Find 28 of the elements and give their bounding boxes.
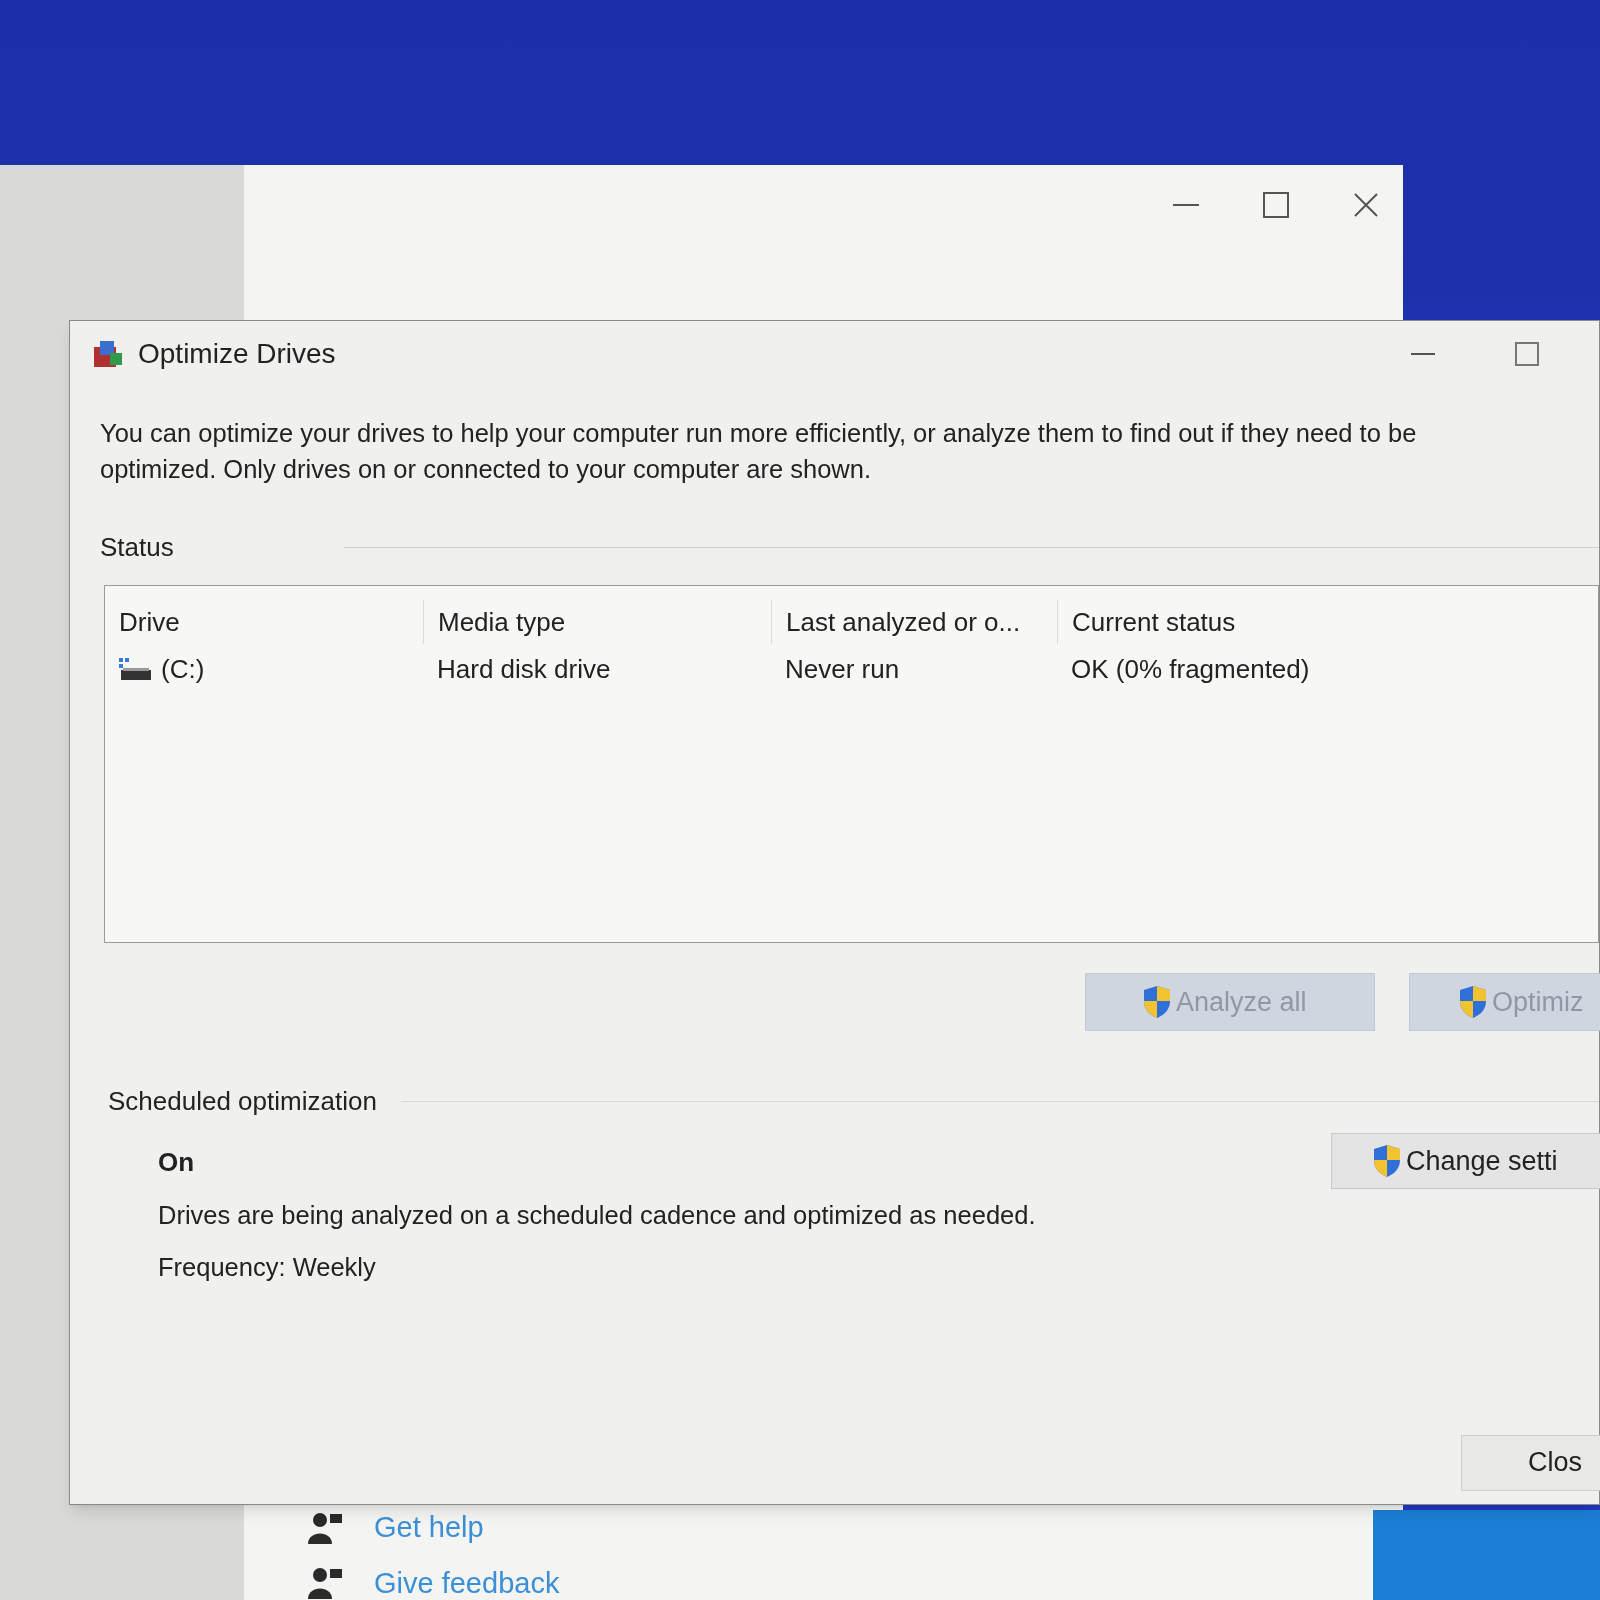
shield-icon [1458,985,1488,1019]
description-text: You can optimize your drives to help your computer run more efficiently, or analyze them to find out if they need to be optimized. Only drives on or connected to your computer are shown. [100,418,1418,485]
column-header[interactable]: Last analyzed or o... [786,602,1021,642]
close-icon[interactable] [1353,192,1379,218]
minimize-icon[interactable] [1411,352,1435,356]
column-header[interactable]: Media type [438,602,566,642]
column-header[interactable]: Drive [119,602,180,642]
column-header[interactable]: Current status [1072,602,1236,642]
shield-icon [1372,1144,1402,1178]
person-icon [308,1511,342,1544]
drive-icon [119,656,153,682]
minimize-icon[interactable] [1173,203,1199,207]
schedule-state: On [158,1146,196,1179]
change-settings-button[interactable]: Change setti [1331,1133,1600,1189]
maximize-icon[interactable] [1263,192,1289,218]
close-button[interactable]: Clos [1461,1434,1600,1491]
table-cell-text: Hard disk drive [437,652,611,686]
table-cell-text: OK (0% fragmented) [1071,652,1310,686]
table-cell-text: Never run [785,652,900,686]
schedule-description: Drives are being analyzed on a scheduled cadence and optimized as needed. [158,1200,1036,1231]
window-title: Optimize Drives [138,337,336,371]
shield-icon [1142,985,1172,1019]
person-icon [308,1567,342,1600]
maximize-icon[interactable] [1515,342,1539,366]
table-cell-text: (C:) [161,652,205,686]
frequency-text: Frequency: Weekly [158,1252,377,1284]
section-label: Status [100,530,175,564]
section-label: Scheduled optimization [108,1084,377,1118]
